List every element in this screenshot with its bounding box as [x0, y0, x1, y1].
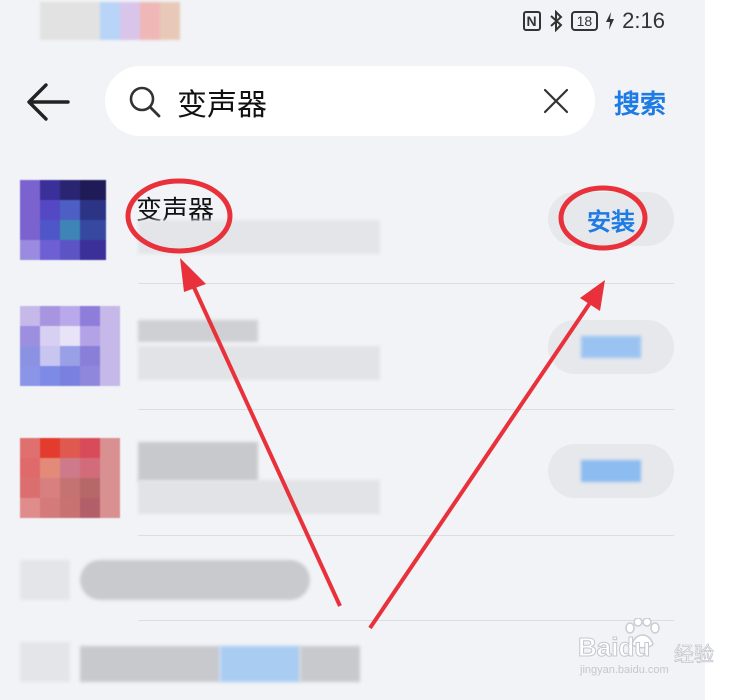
- watermark-suffix: 经验: [674, 642, 715, 667]
- app-icon: [20, 438, 120, 518]
- search-button[interactable]: 搜索: [614, 84, 666, 121]
- result-item-3[interactable]: [0, 410, 705, 534]
- watermark-domain: jingyan.baidu.com: [580, 664, 669, 676]
- status-time: 2:16: [622, 8, 665, 33]
- blurred-app-subtitle: [138, 480, 380, 514]
- close-icon[interactable]: [543, 88, 569, 114]
- blurred-app-title: [300, 646, 360, 682]
- battery-icon: 18: [570, 11, 599, 31]
- blurred-app-title: [80, 646, 220, 682]
- result-item-4[interactable]: [0, 540, 705, 620]
- bluetooth-icon: [549, 10, 563, 32]
- app-screen: N 18 2:16 变声器 搜索 变声器 安装: [0, 0, 705, 700]
- blurred-app-title: [220, 646, 300, 682]
- result-item-2[interactable]: [0, 284, 705, 408]
- blurred-action-button[interactable]: [548, 444, 674, 498]
- screen-edge: [705, 0, 753, 700]
- divider: [138, 535, 674, 536]
- blurred-app-title: [138, 442, 258, 482]
- blurred-app-subtitle: [138, 220, 380, 254]
- blurred-app-subtitle: [138, 346, 380, 380]
- blurred-app-icon: [20, 560, 70, 600]
- blurred-app-title: [80, 560, 310, 600]
- search-bar[interactable]: 变声器: [105, 66, 595, 136]
- result-item-1[interactable]: 变声器 安装: [0, 160, 705, 284]
- app-icon: [20, 180, 106, 260]
- watermark-brand: Baidu: [577, 632, 651, 663]
- blurred-app-title: [138, 320, 258, 342]
- app-icon: [20, 306, 120, 386]
- search-input[interactable]: 变声器: [177, 80, 267, 124]
- blurred-app-icon: [20, 642, 70, 682]
- search-icon: [129, 86, 161, 118]
- baidu-watermark: Baidu 经验 jingyan.baidu.com: [577, 618, 718, 678]
- status-bar: N 18 2:16: [0, 0, 705, 44]
- nfc-icon: N: [522, 11, 541, 31]
- charging-icon: [606, 12, 615, 30]
- blurred-action-button[interactable]: [548, 320, 674, 374]
- blurred-notification-icons: [40, 2, 180, 40]
- back-arrow-icon[interactable]: [24, 80, 72, 124]
- install-button[interactable]: 安装: [548, 192, 674, 246]
